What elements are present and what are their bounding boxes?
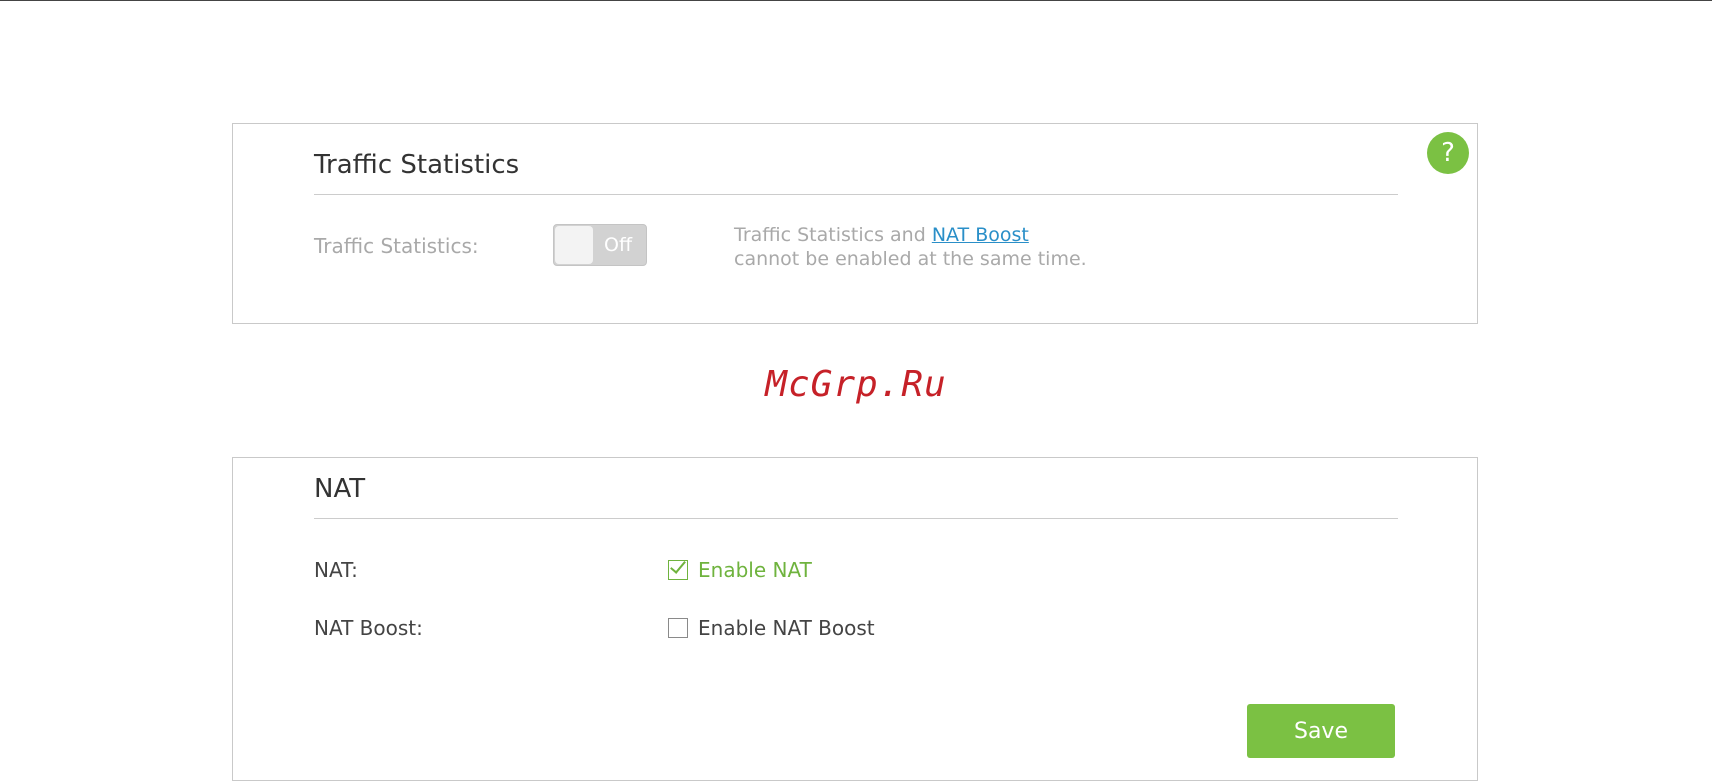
- traffic-statistics-note: Traffic Statistics and NAT Boost cannot …: [734, 223, 1087, 271]
- help-glyph: ?: [1441, 138, 1455, 168]
- traffic-statistics-label: Traffic Statistics:: [314, 234, 479, 258]
- toggle-knob: [555, 226, 593, 264]
- nat-divider: [314, 518, 1398, 519]
- traffic-statistics-divider: [314, 194, 1398, 195]
- enable-nat-label[interactable]: Enable NAT: [698, 558, 812, 582]
- nat-boost-link[interactable]: NAT Boost: [932, 224, 1029, 246]
- enable-nat-boost-label[interactable]: Enable NAT Boost: [698, 616, 875, 640]
- traffic-statistics-toggle[interactable]: Off: [553, 224, 647, 266]
- question-mark-icon[interactable]: ?: [1427, 132, 1469, 174]
- traffic-statistics-title: Traffic Statistics: [314, 150, 520, 180]
- toggle-state-text: Off: [604, 234, 633, 256]
- save-button[interactable]: Save: [1247, 704, 1395, 758]
- enable-nat-row[interactable]: Enable NAT: [668, 558, 812, 582]
- top-rule: [0, 0, 1712, 1]
- nat-label: NAT:: [314, 558, 358, 582]
- traffic-statistics-panel: Traffic Statistics Traffic Statistics: O…: [232, 123, 1478, 324]
- nat-boost-label: NAT Boost:: [314, 616, 423, 640]
- enable-nat-boost-row[interactable]: Enable NAT Boost: [668, 616, 875, 640]
- watermark: McGrp.Ru: [765, 364, 947, 405]
- note-prefix: Traffic Statistics and: [734, 224, 926, 246]
- note-suffix: cannot be enabled at the same time.: [734, 248, 1087, 270]
- nat-title: NAT: [314, 474, 366, 504]
- nat-panel: NAT NAT: Enable NAT NAT Boost: Enable NA…: [232, 457, 1478, 781]
- page: Traffic Statistics Traffic Statistics: O…: [0, 0, 1712, 781]
- enable-nat-checkbox[interactable]: [668, 560, 688, 580]
- enable-nat-boost-checkbox[interactable]: [668, 618, 688, 638]
